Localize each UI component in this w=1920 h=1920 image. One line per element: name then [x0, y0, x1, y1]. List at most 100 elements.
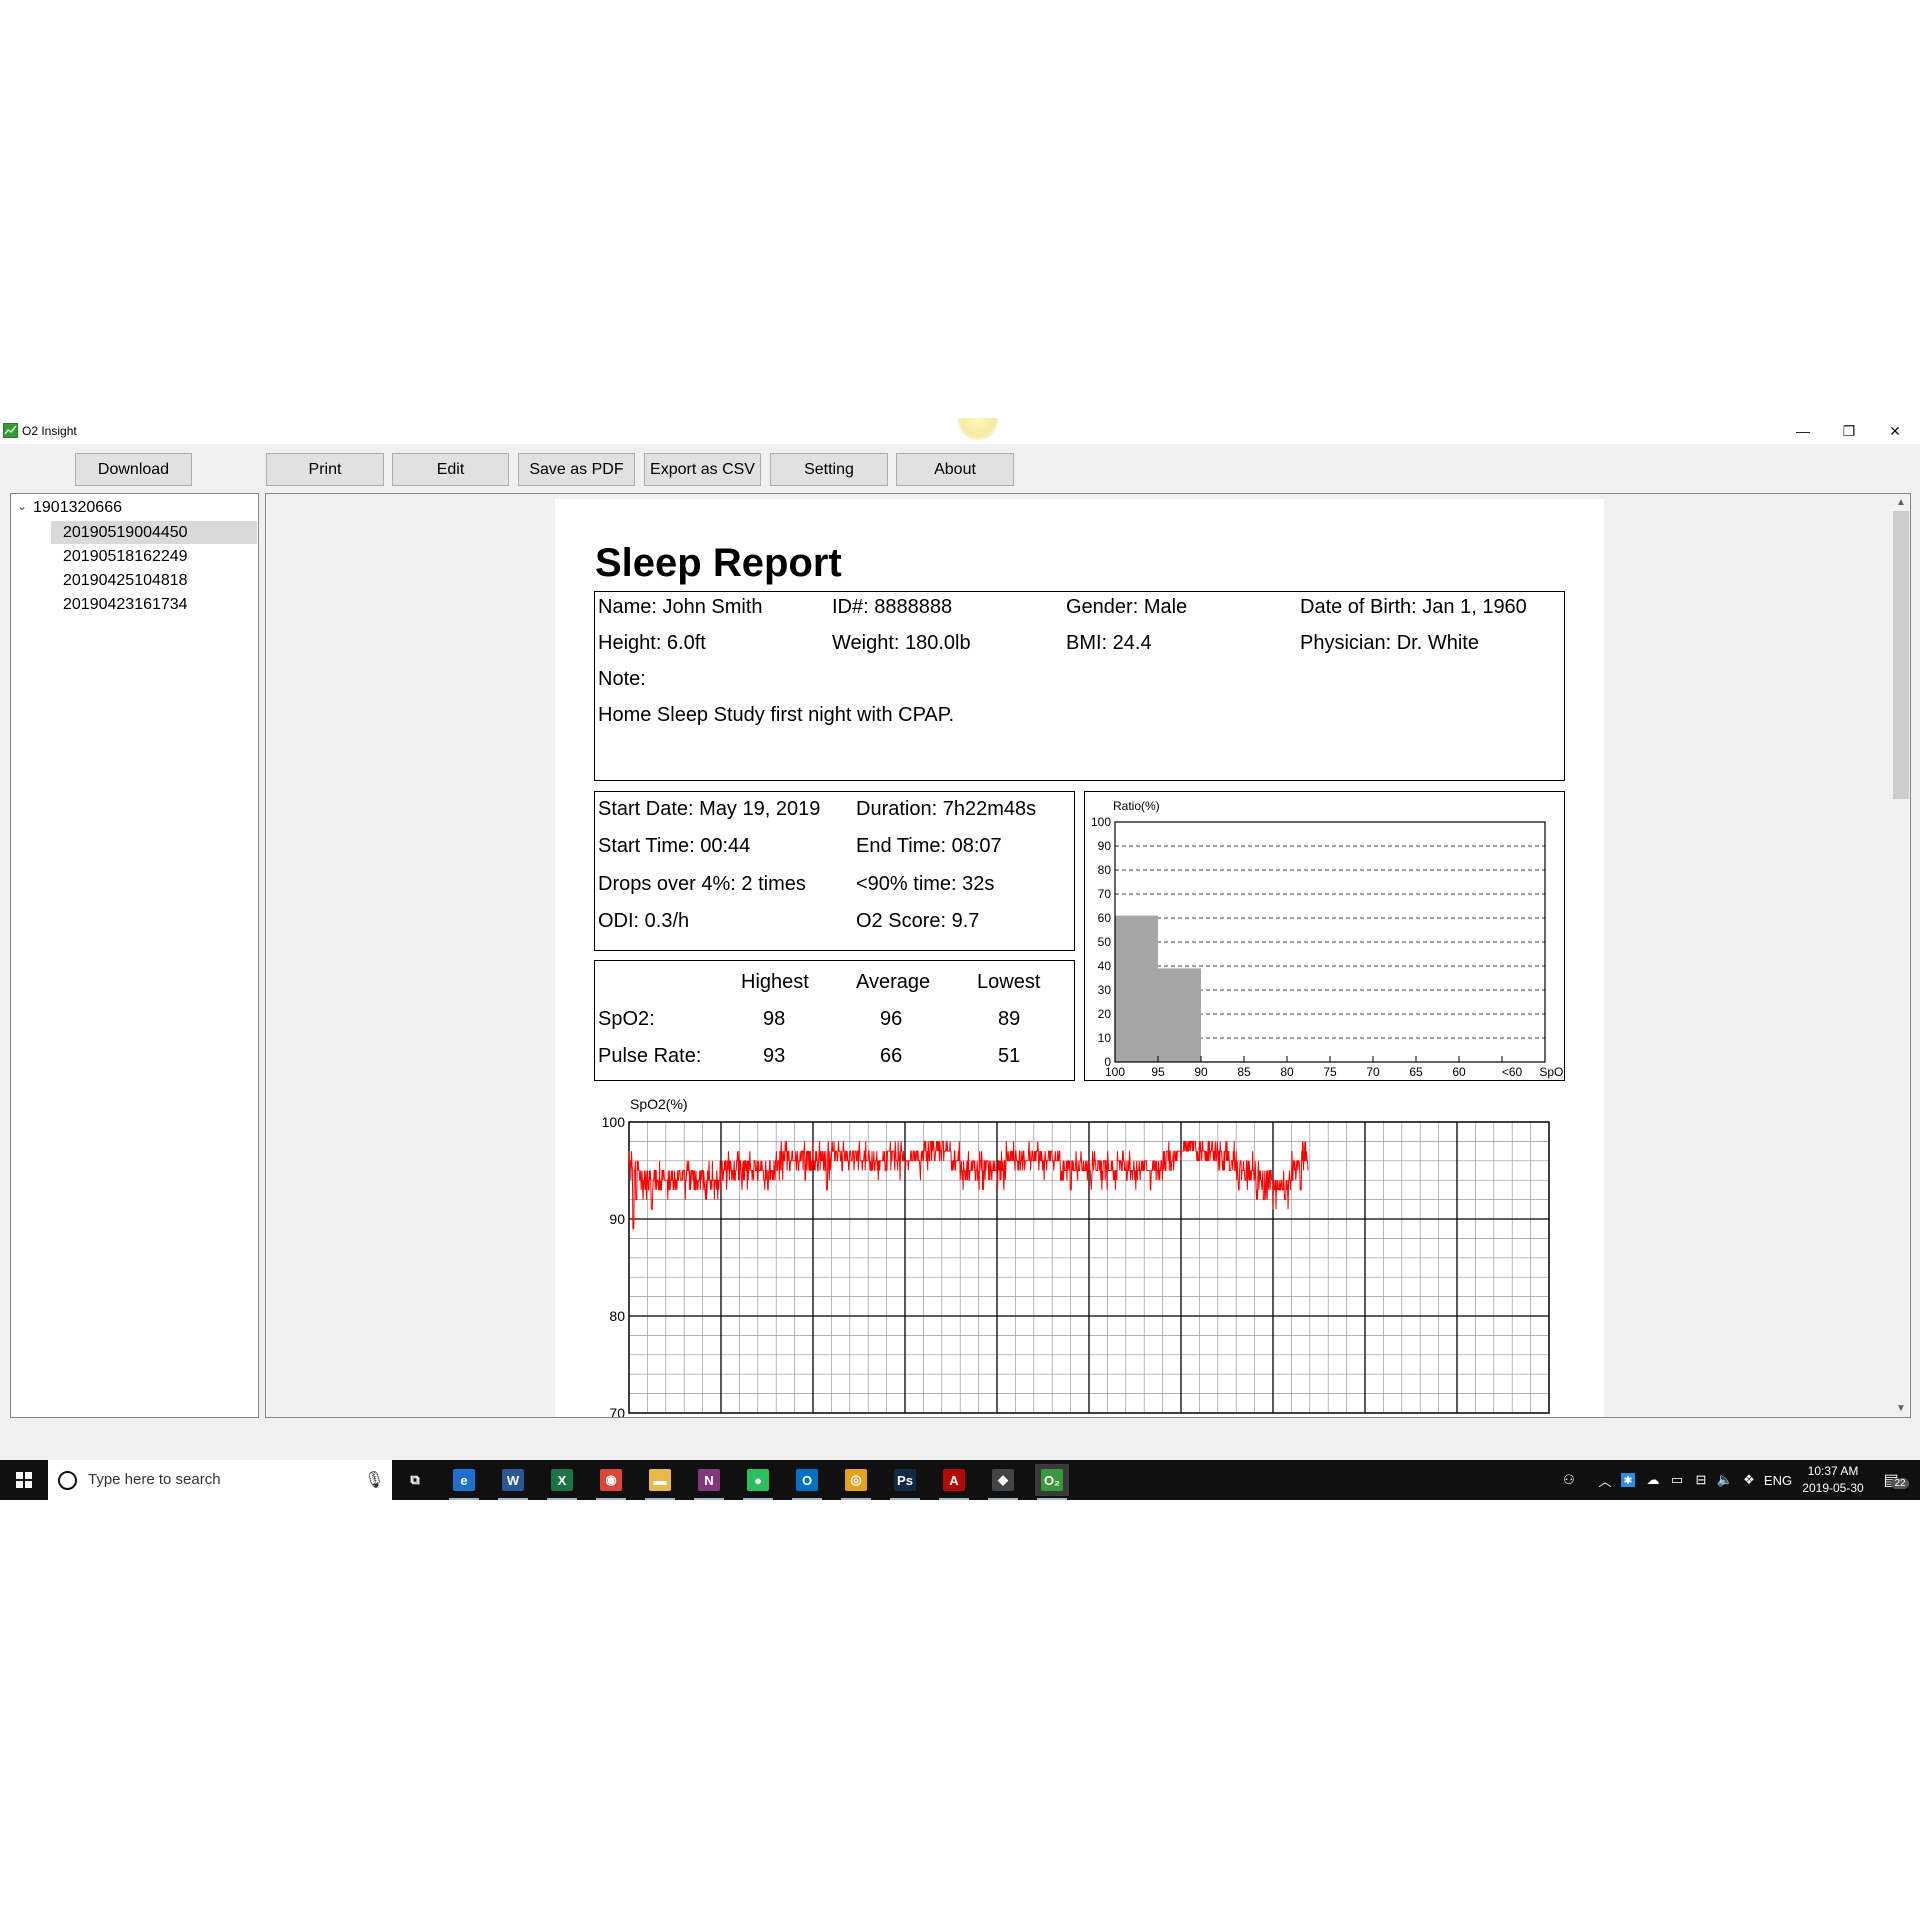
report-title: Sleep Report: [595, 541, 842, 585]
microphone-icon[interactable]: 🎙: [364, 1470, 384, 1490]
taskbar-app-onenote[interactable]: N: [692, 1464, 726, 1500]
running-indicator: [988, 1498, 1018, 1500]
tree-item-session[interactable]: 20190518162249: [51, 545, 257, 568]
onedrive-icon[interactable]: ☁: [1642, 1460, 1664, 1500]
taskbar-app-app-dark[interactable]: ◆: [986, 1464, 1020, 1500]
spo2-trend-line: [628, 1140, 1309, 1230]
vertical-scrollbar[interactable]: ▲ ▼: [1892, 494, 1910, 1417]
start-time: Start Time: 00:44: [598, 835, 751, 857]
pulse-average: 66: [880, 1045, 903, 1067]
taskbar-app-evernote[interactable]: ●: [741, 1464, 775, 1500]
histogram-y-tick-label: 80: [1098, 863, 1112, 877]
running-indicator: [841, 1498, 871, 1500]
running-indicator: [449, 1498, 479, 1500]
tree-root-device[interactable]: ⌄ 1901320666: [11, 497, 257, 519]
start-button[interactable]: [0, 1460, 48, 1500]
title-bar[interactable]: O2 Insight — ❐ ✕: [0, 418, 1920, 444]
spo2-trend-chart: 100 90 80 70 SpO2(%): [602, 1096, 1550, 1418]
scroll-down-icon[interactable]: ▼: [1892, 1400, 1910, 1417]
print-button[interactable]: Print: [266, 453, 384, 486]
spo2-histogram-box: 0 10 20 30 40 50 60 70 80 90 100 100 95 90 85 80 75 70 65 6…: [1084, 791, 1581, 1081]
taskbar-app-word[interactable]: W: [496, 1464, 530, 1500]
trend-y-tick-label: 80: [609, 1308, 625, 1324]
histogram-x-tick-label: 65: [1409, 1065, 1423, 1079]
chrome-icon: ◉: [600, 1469, 622, 1491]
taskbar-app-photoshop[interactable]: Ps: [888, 1464, 922, 1500]
histogram-x-tick-label: 60: [1452, 1065, 1466, 1079]
taskbar-search[interactable]: Type here to search 🎙: [48, 1460, 392, 1500]
taskbar-app-acrobat[interactable]: A: [937, 1464, 971, 1500]
patient-gender: Gender: Male: [1066, 596, 1188, 618]
session-tree[interactable]: ⌄ 1901320666 20190519004450 2019051816224…: [10, 493, 259, 1418]
pulse-highest: 93: [763, 1045, 786, 1067]
histogram-y-tick-label: 20: [1098, 1007, 1112, 1021]
spo2-histogram-chart: 0102030405060708090100100 95 90 85 80 75 70 65 6…: [1091, 799, 1581, 1079]
close-button[interactable]: ✕: [1872, 418, 1918, 444]
running-indicator: [645, 1498, 675, 1500]
taskbar-app-edge[interactable]: e: [447, 1464, 481, 1500]
taskbar-app-o2-insight[interactable]: O₂: [1035, 1464, 1069, 1500]
edit-button[interactable]: Edit: [392, 453, 509, 486]
clock[interactable]: 10:37 AM 2019-05-30: [1800, 1463, 1866, 1497]
histogram-x-tick-label: 70: [1366, 1065, 1380, 1079]
row-label-spo2: SpO2:: [598, 1008, 655, 1030]
setting-button[interactable]: Setting: [770, 453, 888, 486]
dropbox-icon[interactable]: ❖: [1738, 1460, 1760, 1500]
running-indicator: [792, 1498, 822, 1500]
histogram-y-tick-label: 100: [1091, 815, 1111, 829]
report-page: Sleep Report Name: John Smith ID#: 88888…: [555, 499, 1604, 1418]
session-summary-box: Start Date: May 19, 2019 Duration: 7h22m…: [594, 791, 1075, 951]
about-button[interactable]: About: [896, 453, 1014, 486]
network-icon[interactable]: ⊟: [1690, 1460, 1712, 1500]
acrobat-icon: A: [943, 1469, 965, 1491]
chevron-down-icon[interactable]: ⌄: [17, 499, 27, 513]
histogram-y-tick-label: 10: [1098, 1031, 1112, 1045]
stats-table: Highest Average Lowest SpO2: 98 96 89 Pu…: [594, 960, 1075, 1081]
taskbar-app-camera[interactable]: ◎: [839, 1464, 873, 1500]
scroll-up-icon[interactable]: ▲: [1892, 494, 1910, 511]
trend-y-tick-label: 100: [602, 1114, 626, 1130]
save-as-pdf-button[interactable]: Save as PDF: [518, 453, 635, 486]
tree-item-session[interactable]: 20190519004450: [51, 521, 257, 544]
spo2-highest: 98: [763, 1008, 786, 1030]
show-hidden-icons-chevron-icon[interactable]: ︿: [1594, 1460, 1616, 1500]
minimize-button[interactable]: —: [1780, 418, 1826, 444]
export-csv-button[interactable]: Export as CSV: [644, 453, 761, 486]
download-button[interactable]: Download: [75, 453, 192, 486]
battery-icon[interactable]: ▭: [1666, 1460, 1688, 1500]
windows-logo-icon: [16, 1472, 32, 1488]
photoshop-icon: Ps: [894, 1469, 916, 1491]
bluetooth-app-icon[interactable]: ✱: [1618, 1460, 1638, 1500]
language-indicator[interactable]: ENG: [1762, 1460, 1794, 1500]
trend-y-tick-label: 70: [609, 1405, 625, 1418]
search-input[interactable]: Type here to search: [88, 1471, 221, 1488]
restore-button[interactable]: ❐: [1826, 418, 1872, 444]
tree-item-session[interactable]: 20190425104818: [51, 569, 257, 592]
people-icon[interactable]: ⚇: [1556, 1460, 1582, 1500]
histogram-x-axis-title: SpO2%: [1539, 1065, 1563, 1079]
histogram-x-tick-label: 90: [1194, 1065, 1208, 1079]
row-label-pulse: Pulse Rate:: [598, 1045, 702, 1067]
spo2-average: 96: [880, 1008, 903, 1030]
histogram-y-tick-label: 30: [1098, 983, 1112, 997]
app-icon: [3, 423, 18, 438]
volume-icon[interactable]: 🔈: [1714, 1460, 1736, 1500]
tree-item-session[interactable]: 20190423161734: [51, 593, 257, 616]
scroll-thumb[interactable]: [1893, 511, 1909, 799]
taskbar-app-task-view[interactable]: ⧉: [398, 1464, 432, 1496]
patient-dob: Date of Birth: Jan 1, 1960: [1300, 596, 1527, 618]
taskbar-app-outlook[interactable]: O: [790, 1464, 824, 1500]
taskbar-app-chrome[interactable]: ◉: [594, 1464, 628, 1500]
note-label: Note:: [598, 668, 646, 690]
clock-time: 10:37 AM: [1807, 1464, 1859, 1478]
odi: ODI: 0.3/h: [598, 910, 690, 932]
o2-score: O2 Score: 9.7: [856, 910, 980, 932]
window-title: O2 Insight: [22, 424, 77, 438]
note-text: Home Sleep Study first night with CPAP.: [598, 704, 955, 726]
action-center-button[interactable]: ▤22: [1876, 1460, 1909, 1500]
file-explorer-icon: ▬: [649, 1469, 671, 1491]
report-viewer: Sleep Report Name: John Smith ID#: 88888…: [265, 493, 1911, 1418]
histogram-y-tick-label: 90: [1098, 839, 1112, 853]
taskbar-app-excel[interactable]: X: [545, 1464, 579, 1500]
taskbar-app-file-explorer[interactable]: ▬: [643, 1464, 677, 1500]
